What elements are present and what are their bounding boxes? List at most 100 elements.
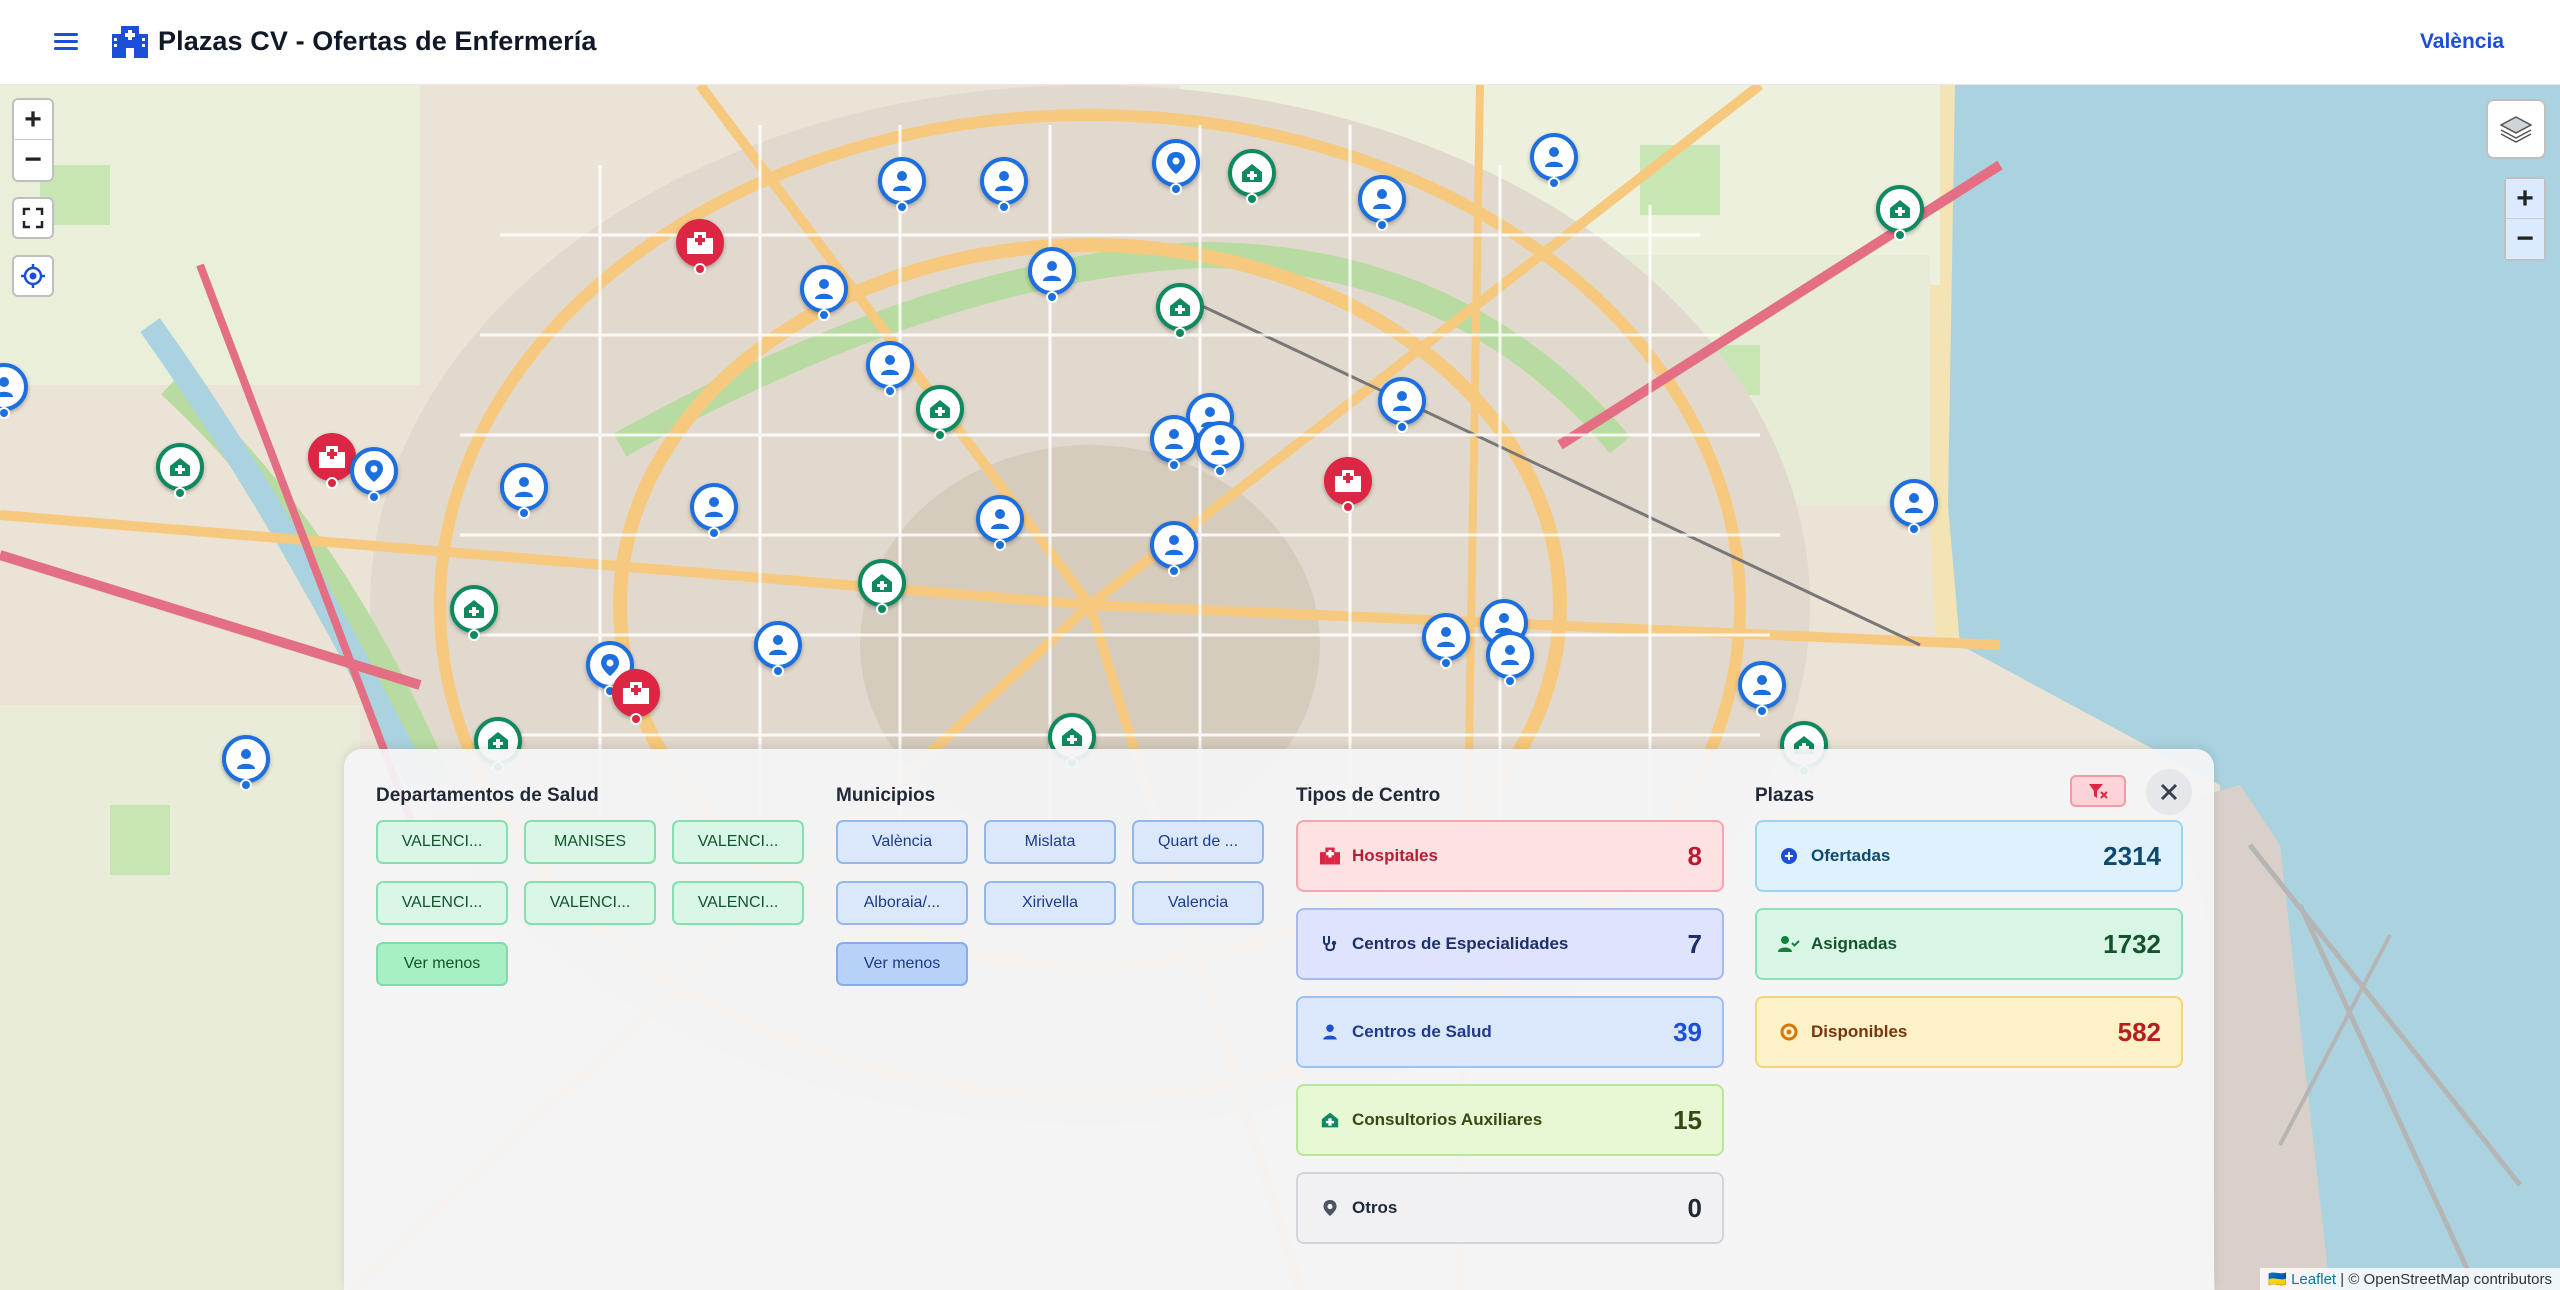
otros-marker[interactable]	[350, 447, 398, 507]
tipo-hospitales[interactable]: Hospitales 8	[1296, 820, 1724, 892]
plazas-label: Ofertadas	[1811, 846, 1891, 865]
plazas-count: 582	[2117, 1016, 2161, 1047]
flag-icon: 🇺🇦	[2268, 1271, 2287, 1288]
centro-salud-marker[interactable]	[1378, 377, 1426, 437]
centro-salud-marker[interactable]	[754, 621, 802, 681]
plazas-count: 2314	[2103, 840, 2161, 871]
consultorio-marker[interactable]	[916, 385, 964, 445]
zoom-in-button-right[interactable]: +	[2506, 179, 2544, 219]
consultorio-marker[interactable]	[1156, 283, 1204, 343]
centro-salud-marker[interactable]	[980, 157, 1028, 217]
plazas-label: Disponibles	[1811, 1022, 1908, 1041]
municipio-chip[interactable]: Quart de ...	[1132, 820, 1264, 864]
tipo-label: Consultorios Auxiliares	[1352, 1110, 1543, 1129]
otros-marker[interactable]	[1152, 139, 1200, 199]
crosshair-icon	[21, 264, 45, 288]
municipio-chip[interactable]: Valencia	[1132, 881, 1264, 925]
centro-salud-marker[interactable]	[0, 363, 28, 423]
plus-circle-icon	[1777, 844, 1801, 868]
plazas-disponibles[interactable]: Disponibles 582	[1755, 996, 2183, 1068]
tipo-count: 8	[1687, 840, 1702, 871]
locate-button[interactable]	[12, 255, 54, 297]
close-panel-button[interactable]	[2146, 769, 2192, 815]
centro-salud-marker[interactable]	[1358, 175, 1406, 235]
consultorio-marker[interactable]	[858, 559, 906, 619]
centro-salud-marker[interactable]	[690, 483, 738, 543]
fullscreen-button[interactable]	[12, 197, 54, 239]
leaflet-link[interactable]: Leaflet	[2291, 1271, 2336, 1288]
tipo-count: 39	[1673, 1016, 1702, 1047]
centro-salud-marker[interactable]	[1422, 613, 1470, 673]
municipios-toggle-button[interactable]: Ver menos	[836, 942, 968, 986]
departamento-chip[interactable]: VALENCI...	[524, 881, 656, 925]
plazas-label: Asignadas	[1811, 934, 1897, 953]
centro-salud-marker[interactable]	[976, 495, 1024, 555]
zoom-control-right: + −	[2504, 177, 2546, 261]
city-link[interactable]: València	[2420, 30, 2504, 54]
filter-clear-icon	[2089, 784, 2108, 799]
departamento-chip[interactable]: VALENCI...	[672, 820, 804, 864]
clear-filters-button[interactable]	[2070, 775, 2126, 807]
plazas-ofertadas[interactable]: Ofertadas 2314	[1755, 820, 2183, 892]
centro-salud-marker[interactable]	[1486, 631, 1534, 691]
hospital-marker[interactable]	[308, 433, 356, 493]
circle-dot-icon	[1777, 1020, 1801, 1044]
tipo-centros-salud[interactable]: Centros de Salud 39	[1296, 996, 1724, 1068]
tipo-consultorios[interactable]: Consultorios Auxiliares 15	[1296, 1084, 1724, 1156]
municipio-chip[interactable]: Alboraia/...	[836, 881, 968, 925]
centro-salud-marker[interactable]	[1196, 421, 1244, 481]
hospital-marker[interactable]	[1324, 457, 1372, 517]
layers-button[interactable]	[2486, 99, 2546, 159]
departamentos-title: Departamentos de Salud	[376, 785, 599, 806]
consultorio-marker[interactable]	[156, 443, 204, 503]
plazas-asignadas[interactable]: Asignadas 1732	[1755, 908, 2183, 980]
centro-salud-marker[interactable]	[1150, 521, 1198, 581]
zoom-in-button[interactable]: +	[14, 100, 52, 140]
hospital-marker[interactable]	[612, 669, 660, 729]
tipo-especialidades[interactable]: Centros de Especialidades 7	[1296, 908, 1724, 980]
consultorio-marker[interactable]	[450, 585, 498, 645]
tipo-otros[interactable]: Otros 0	[1296, 1172, 1724, 1244]
departamento-chip[interactable]: MANISES	[524, 820, 656, 864]
centro-salud-marker[interactable]	[800, 265, 848, 325]
app-title: Plazas CV - Ofertas de Enfermería	[158, 26, 597, 56]
departamentos-toggle-button[interactable]: Ver menos	[376, 942, 508, 986]
municipio-chip[interactable]: València	[836, 820, 968, 864]
tipo-label: Centros de Salud	[1352, 1022, 1492, 1041]
centro-salud-marker[interactable]	[1028, 247, 1076, 307]
municipio-chip[interactable]: Mislata	[984, 820, 1116, 864]
osm-attribution: | © OpenStreetMap contributors	[2336, 1271, 2552, 1288]
departamento-chip[interactable]: VALENCI...	[376, 820, 508, 864]
tipo-label: Otros	[1352, 1198, 1398, 1217]
plazas-title: Plazas	[1755, 785, 1815, 806]
hospital-icon	[1318, 844, 1342, 868]
house-medical-icon	[1318, 1108, 1342, 1132]
municipio-chip[interactable]: Xirivella	[984, 881, 1116, 925]
user-doctor-icon	[1318, 1020, 1342, 1044]
municipios-title: Municipios	[836, 785, 936, 806]
departamento-chip[interactable]: VALENCI...	[376, 881, 508, 925]
map-pin-icon	[1318, 1196, 1342, 1220]
tipos-centro-title: Tipos de Centro	[1296, 785, 1441, 806]
hamburger-menu-icon[interactable]	[52, 28, 80, 56]
tipo-count: 7	[1687, 928, 1702, 959]
user-check-icon	[1777, 932, 1801, 956]
centro-salud-marker[interactable]	[222, 735, 270, 795]
fullscreen-icon	[22, 207, 44, 229]
zoom-out-button-right[interactable]: −	[2506, 219, 2544, 259]
centro-salud-marker[interactable]	[1150, 415, 1198, 475]
hospital-marker[interactable]	[676, 219, 724, 279]
centro-salud-marker[interactable]	[1890, 479, 1938, 539]
centro-salud-marker[interactable]	[1738, 661, 1786, 721]
consultorio-marker[interactable]	[1228, 149, 1276, 209]
centro-salud-marker[interactable]	[866, 341, 914, 401]
consultorio-marker[interactable]	[1876, 185, 1924, 245]
app-header: Plazas CV - Ofertas de Enfermería Valènc…	[0, 0, 2560, 85]
layers-icon	[2499, 116, 2533, 143]
tipo-count: 0	[1687, 1192, 1702, 1223]
centro-salud-marker[interactable]	[500, 463, 548, 523]
centro-salud-marker[interactable]	[1530, 133, 1578, 193]
departamento-chip[interactable]: VALENCI...	[672, 881, 804, 925]
zoom-out-button[interactable]: −	[14, 140, 52, 180]
centro-salud-marker[interactable]	[878, 157, 926, 217]
